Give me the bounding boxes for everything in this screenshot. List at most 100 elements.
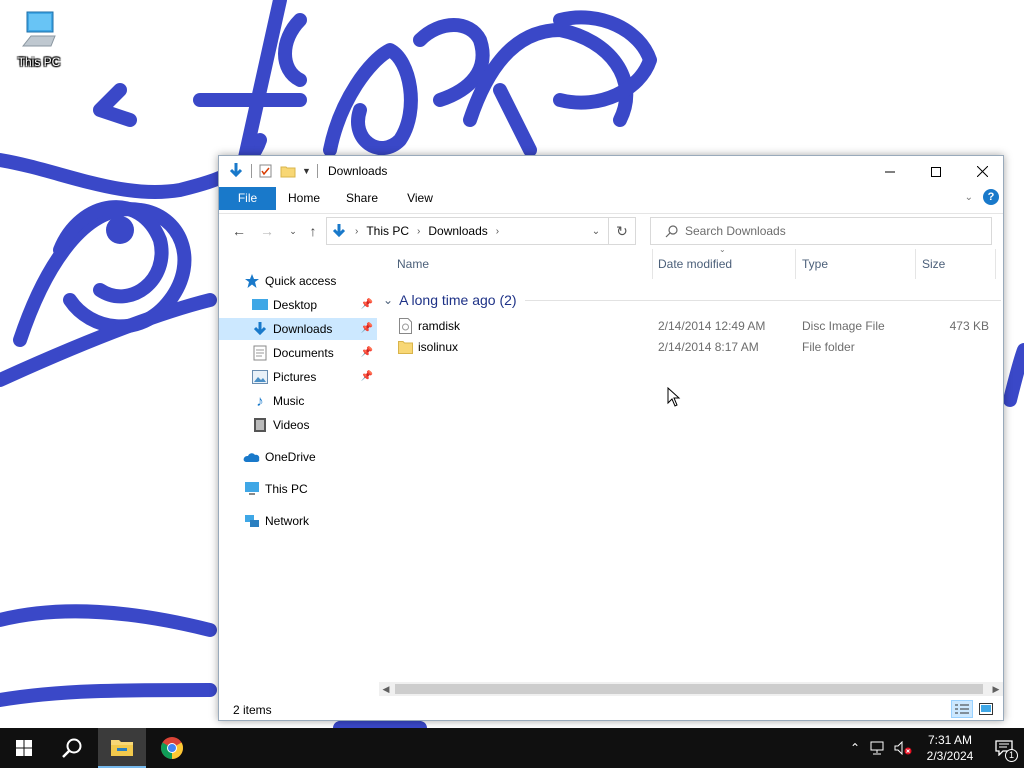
nav-item-network[interactable]: Network xyxy=(219,510,377,532)
up-arrow-icon: ↑ xyxy=(309,223,317,239)
file-explorer-window: ▼ Downloads File Home Share View ⌄ ? ← →… xyxy=(218,155,1004,721)
new-folder-icon[interactable] xyxy=(280,163,296,179)
nav-item-label: Pictures xyxy=(273,370,317,384)
music-note-icon: ♪ xyxy=(256,392,264,410)
forward-button[interactable]: → xyxy=(257,222,277,240)
navigation-bar: ← → ⌄ ↑ › This PC › Downloads › ⌄ ↻ Sear… xyxy=(219,213,1003,247)
search-button[interactable] xyxy=(48,728,96,768)
file-type: File folder xyxy=(802,340,855,354)
pin-icon[interactable]: 📌 xyxy=(361,323,373,334)
action-center-button[interactable]: 1 xyxy=(984,728,1024,768)
file-row[interactable]: isolinux 2/14/2014 8:17 AM File folder xyxy=(379,337,1003,358)
search-box[interactable] xyxy=(650,217,992,245)
nav-item-onedrive[interactable]: OneDrive xyxy=(219,446,377,468)
item-count: 2 items xyxy=(233,703,272,717)
nav-item-label: Music xyxy=(273,394,305,408)
file-date: 2/14/2014 8:17 AM xyxy=(658,340,759,354)
show-hidden-icons-chevron-icon[interactable]: ⌃ xyxy=(850,741,860,755)
network-icon xyxy=(243,512,261,530)
notification-count-badge: 1 xyxy=(1005,749,1018,762)
tab-view[interactable]: View xyxy=(395,187,445,210)
tab-share[interactable]: Share xyxy=(337,187,387,210)
scrollbar-thumb[interactable] xyxy=(395,684,983,694)
breadcrumb-chevron-icon[interactable]: › xyxy=(417,226,420,237)
column-header-type[interactable]: Type xyxy=(796,249,916,279)
desktop-icon-this-pc[interactable]: This PC xyxy=(10,10,68,69)
help-icon[interactable]: ? xyxy=(983,189,999,205)
start-button[interactable] xyxy=(0,728,48,768)
breadcrumb-chevron-icon[interactable]: › xyxy=(496,226,499,237)
search-icon xyxy=(665,225,678,238)
pin-icon[interactable]: 📌 xyxy=(361,347,373,358)
search-input[interactable] xyxy=(685,224,975,238)
breadcrumb-downloads[interactable]: Downloads xyxy=(428,224,487,238)
scroll-left-icon[interactable]: ◀ xyxy=(379,682,393,696)
scroll-right-icon[interactable]: ▶ xyxy=(989,682,1003,696)
cloud-icon xyxy=(243,448,261,466)
group-header[interactable]: ⌄ A long time ago (2) xyxy=(379,289,1003,311)
large-icons-view-icon xyxy=(979,703,993,715)
breadcrumb-this-pc[interactable]: This PC xyxy=(366,224,409,238)
nav-item-this-pc[interactable]: This PC xyxy=(219,478,377,500)
maximize-icon xyxy=(931,166,941,177)
address-bar[interactable]: › This PC › Downloads › ⌄ xyxy=(326,217,636,245)
network-status-icon[interactable] xyxy=(870,741,886,755)
nav-item-desktop[interactable]: Desktop 📌 xyxy=(219,294,377,316)
pictures-icon xyxy=(251,368,269,386)
disc-image-icon xyxy=(399,318,412,337)
clock-time: 7:31 AM xyxy=(927,733,973,747)
refresh-button[interactable]: ↻ xyxy=(608,217,636,245)
forward-arrow-icon: → xyxy=(260,223,274,239)
back-arrow-icon: ← xyxy=(232,223,246,239)
desktop-icon-label: This PC xyxy=(17,55,61,69)
download-arrow-icon xyxy=(251,320,269,338)
column-header-size[interactable]: Size xyxy=(916,249,996,279)
taskbar-clock[interactable]: 7:31 AM 2/3/2024 xyxy=(920,732,980,764)
sort-indicator-icon: ⌄ xyxy=(719,245,726,254)
quick-access-dropdown-icon[interactable]: ▼ xyxy=(302,166,311,176)
file-row[interactable]: ramdisk 2/14/2014 12:49 AM Disc Image Fi… xyxy=(379,316,1003,337)
chevron-down-icon: ⌄ xyxy=(591,225,601,237)
speaker-muted-icon[interactable] xyxy=(894,741,912,755)
properties-icon[interactable] xyxy=(258,163,274,179)
file-list-view: Name Date modified ⌄ Type Size ⌄ A long … xyxy=(379,245,1003,694)
refresh-icon: ↻ xyxy=(616,222,628,239)
close-button[interactable] xyxy=(959,156,1005,187)
up-button[interactable]: ↑ xyxy=(303,222,323,240)
ribbon-controls: ⌄ ? xyxy=(965,189,999,205)
pin-icon[interactable]: 📌 xyxy=(361,371,373,382)
nav-item-documents[interactable]: Documents 📌 xyxy=(219,342,377,364)
nav-item-pictures[interactable]: Pictures 📌 xyxy=(219,366,377,388)
expand-ribbon-chevron-icon[interactable]: ⌄ xyxy=(965,192,973,203)
download-arrow-icon xyxy=(332,224,346,238)
nav-item-videos[interactable]: Videos xyxy=(219,414,377,436)
back-button[interactable]: ← xyxy=(229,222,249,240)
column-header-name[interactable]: Name xyxy=(391,249,653,279)
maximize-button[interactable] xyxy=(913,156,959,187)
details-view-icon xyxy=(955,704,969,714)
minimize-button[interactable] xyxy=(867,156,913,187)
nav-item-music[interactable]: ♪ Music xyxy=(219,390,377,412)
nav-item-label: Network xyxy=(265,514,310,528)
file-name: ramdisk xyxy=(418,319,461,333)
address-dropdown-button[interactable]: ⌄ xyxy=(585,218,607,244)
large-icons-view-button[interactable] xyxy=(975,700,997,718)
tab-file[interactable]: File xyxy=(219,187,276,210)
nav-item-downloads[interactable]: Downloads 📌 xyxy=(219,318,377,340)
file-date: 2/14/2014 12:49 AM xyxy=(658,319,766,333)
search-icon xyxy=(62,738,82,758)
taskbar-file-explorer[interactable] xyxy=(98,728,146,768)
recent-locations-button[interactable]: ⌄ xyxy=(283,222,303,240)
monitor-icon xyxy=(21,11,56,47)
tab-home[interactable]: Home xyxy=(279,187,329,210)
taskbar-chrome[interactable] xyxy=(148,728,196,768)
quick-access-toolbar: ▼ xyxy=(227,162,318,180)
details-view-button[interactable] xyxy=(951,700,973,718)
horizontal-scrollbar[interactable]: ◀ ▶ xyxy=(379,682,1003,696)
breadcrumb-chevron-icon[interactable]: › xyxy=(355,226,358,237)
pin-icon[interactable]: 📌 xyxy=(361,299,373,310)
chevron-down-icon: ⌄ xyxy=(289,225,297,236)
toolbar-separator xyxy=(316,164,318,178)
nav-quick-access[interactable]: Quick access xyxy=(219,270,377,292)
breadcrumb: › This PC › Downloads › xyxy=(327,218,585,244)
